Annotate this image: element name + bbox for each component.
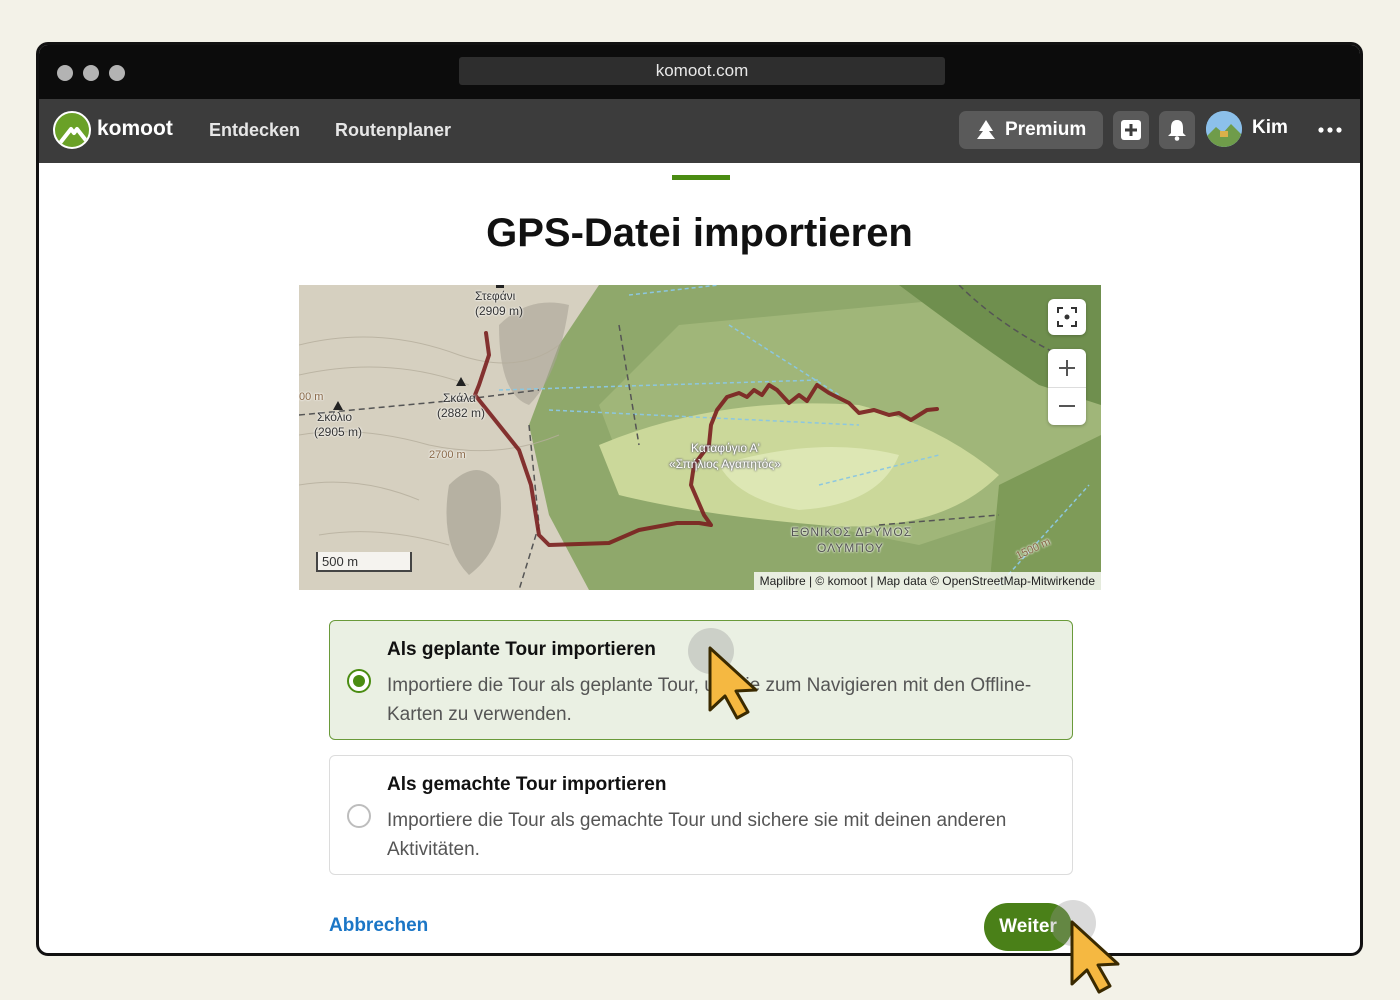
brand-name[interactable]: komoot [97, 117, 173, 141]
option-description: Importiere die Tour als gemachte Tour un… [387, 810, 1007, 860]
map-label-park: ΟΛΥΜΠΟΥ [817, 541, 884, 555]
map-label-park: ΕΘΝΙΚΟΣ ΔΡΥΜΟΣ [791, 525, 913, 539]
plus-icon [1121, 120, 1141, 140]
map-label-hut: Καταφύγιο Α' [691, 441, 760, 455]
url-bar[interactable]: komoot.com [459, 57, 945, 85]
map-attribution[interactable]: Maplibre | © komoot | Map data © OpenStr… [753, 572, 1101, 590]
cancel-button[interactable]: Abbrechen [329, 915, 428, 937]
avatar[interactable] [1206, 111, 1242, 147]
more-menu-button[interactable] [1312, 111, 1348, 149]
premium-button[interactable]: Premium [959, 111, 1103, 149]
pointer-cursor-icon [1070, 920, 1120, 994]
route-map[interactable]: Στεφάνι (2909 m) Σκάλα (2882 m) Σκόλιο (… [299, 285, 1101, 590]
step-indicator [672, 175, 730, 180]
map-label-elevation: (2905 m) [314, 425, 363, 439]
nav-link-entdecken[interactable]: Entdecken [209, 120, 300, 141]
add-button[interactable] [1113, 111, 1149, 149]
fullscreen-icon [1057, 307, 1077, 327]
premium-label: Premium [1005, 119, 1087, 140]
zoom-in-icon[interactable] [1057, 358, 1077, 378]
pointer-cursor-icon [708, 646, 758, 720]
fullscreen-button[interactable] [1048, 299, 1086, 335]
map-canvas [299, 285, 1101, 590]
bell-icon [1168, 120, 1186, 141]
window-close-dot[interactable] [57, 65, 73, 81]
map-label-elevation: (2909 m) [475, 304, 524, 318]
map-label-peak: Σκόλιο [317, 410, 353, 424]
map-label-hut: «Σπήλιος Αγαπητός» [669, 457, 781, 471]
more-icon [1318, 127, 1342, 133]
zoom-out-icon[interactable] [1057, 396, 1077, 416]
top-navbar: komoot Entdecken Routenplaner Premium Ki… [39, 99, 1360, 163]
radio-planned-tour[interactable] [347, 669, 371, 693]
option-completed-tour[interactable]: Als gemachte Tour importieren Importiere… [329, 755, 1073, 875]
browser-titlebar: komoot.com [39, 45, 1360, 99]
zoom-control [1048, 349, 1086, 425]
option-title: Als geplante Tour importieren [387, 639, 656, 660]
map-label-contour: 2700 m [429, 449, 466, 461]
notifications-button[interactable] [1159, 111, 1195, 149]
map-label-elevation: (2882 m) [437, 406, 486, 420]
option-title: Als gemachte Tour importieren [387, 774, 667, 795]
page-title: GPS-Datei importieren [486, 211, 913, 255]
map-label-peak: Σκάλα [443, 391, 476, 405]
map-label-contour: 00 m [299, 391, 324, 403]
map-scale: 500 m [316, 552, 412, 572]
komoot-logo-icon[interactable] [53, 111, 91, 149]
map-label-peak: Στεφάνι [475, 289, 516, 303]
window-maximize-dot[interactable] [109, 65, 125, 81]
radio-completed-tour[interactable] [347, 804, 371, 828]
window-minimize-dot[interactable] [83, 65, 99, 81]
tree-icon [977, 120, 995, 139]
browser-window: komoot.com komoot Entdecken Routenplaner… [36, 42, 1363, 956]
nav-link-routenplaner[interactable]: Routenplaner [335, 120, 451, 141]
user-name[interactable]: Kim [1252, 117, 1288, 139]
